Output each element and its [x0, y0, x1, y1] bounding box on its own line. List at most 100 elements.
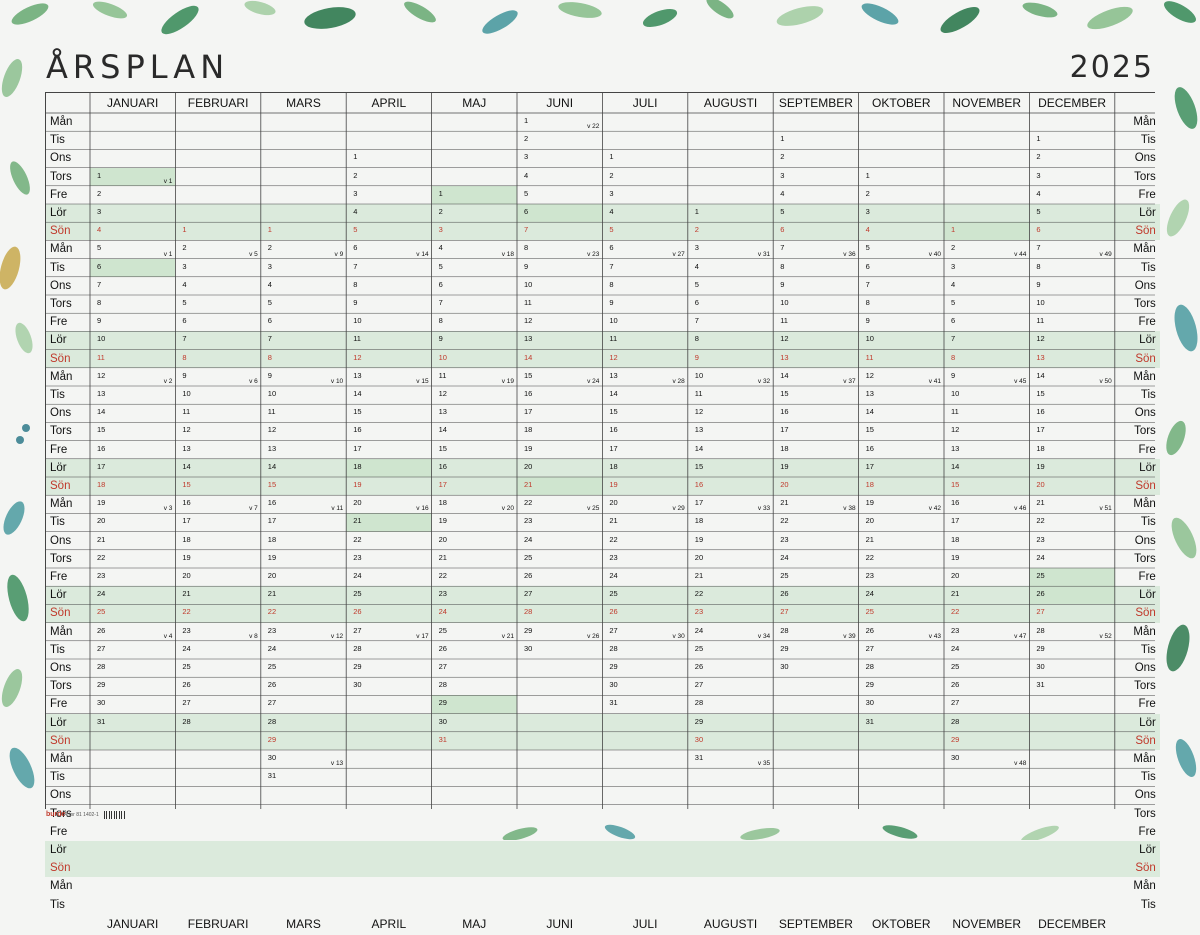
weekday-label-left: Mån [50, 498, 73, 511]
date-cell: 22 [261, 604, 346, 622]
date-cell: 20 v 16 [346, 495, 431, 513]
day-number: 25 [267, 662, 277, 671]
weekday-label-left: Tis [50, 898, 65, 911]
day-number: 18 [609, 461, 618, 471]
day-number: 23 [951, 625, 960, 635]
day-number: 12 [97, 370, 106, 380]
month-footer: JULI [632, 917, 658, 932]
date-cell: 2 [517, 131, 602, 149]
day-number: 1 [865, 170, 870, 180]
day-number: 29 [353, 662, 362, 671]
date-cell: 10 v 32 [688, 368, 773, 386]
day-number: 31 [267, 771, 277, 781]
date-cell: 22 [175, 604, 260, 622]
day-number: 26 [182, 680, 191, 690]
day-number: 9 [951, 370, 956, 380]
date-cell: 11 [517, 295, 602, 313]
day-number: 1 [182, 225, 187, 235]
date-cell: 13 [517, 331, 602, 349]
date-cell: 11 [346, 331, 431, 349]
day-number: 28 [267, 716, 277, 726]
date-cell: 29 [90, 677, 175, 695]
weekday-label-right: Fre [1138, 571, 1156, 584]
date-cell: 1 [175, 222, 260, 240]
day-number: 30 [694, 734, 704, 744]
weekday-label-right: Fre [1138, 825, 1156, 838]
day-number: 4 [1036, 188, 1041, 198]
weekday-label-left: Lör [50, 334, 67, 347]
date-cell: 25 [859, 604, 944, 622]
weekday-label-right: Fre [1138, 316, 1156, 329]
day-number: 23 [353, 552, 362, 562]
date-cell: 25 [773, 568, 858, 586]
day-number: 18 [97, 480, 106, 489]
date-cell: 7 [346, 259, 431, 277]
week-number: v 19 [501, 377, 514, 385]
day-number: 5 [865, 243, 870, 253]
day-number: 26 [438, 643, 447, 653]
date-cell: 4 v 18 [432, 240, 517, 258]
date-cell: 7 v 36 [773, 240, 858, 258]
date-cell: 2 v 9 [261, 240, 346, 258]
date-cell: 7 [90, 277, 175, 295]
date-cell: 26 [773, 586, 858, 604]
date-cell: 24 [1029, 550, 1114, 568]
weekday-label-left: Mån [50, 625, 73, 638]
weekday-label-right: Fre [1138, 698, 1156, 711]
weekday-label-right: Sön [1135, 480, 1156, 493]
day-number: 19 [951, 552, 960, 562]
day-number: 29 [524, 625, 533, 635]
day-number: 22 [97, 552, 106, 562]
weekday-label-right: Lör [1139, 716, 1156, 729]
date-cell: 10 [261, 386, 346, 404]
date-cell: 21 v 38 [773, 495, 858, 513]
date-cell: 27 [432, 659, 517, 677]
date-cell: 22 [688, 586, 773, 604]
date-cell: 27 [859, 641, 944, 659]
date-cell: 24 [517, 532, 602, 550]
date-cell: 30 [773, 659, 858, 677]
date-cell: 31 [90, 714, 175, 732]
weekday-label-left: Lör [50, 589, 67, 602]
day-number: 20 [182, 571, 191, 580]
date-cell: 13 [90, 386, 175, 404]
date-cell: 15 v 24 [517, 368, 602, 386]
date-cell: 14 [90, 404, 175, 422]
date-cell: 3 [1029, 168, 1114, 186]
day-number: 19 [694, 534, 704, 544]
date-cell: 26 [944, 677, 1029, 695]
weekday-label-left: Tis [50, 261, 65, 274]
date-cell: 20 [1029, 477, 1114, 495]
day-number: 6 [438, 279, 443, 289]
day-number: 14 [865, 407, 874, 417]
day-number: 9 [694, 352, 699, 362]
day-number: 2 [353, 170, 358, 180]
date-cell: 9 [517, 259, 602, 277]
day-number: 11 [97, 352, 105, 362]
date-cell: 25 [261, 659, 346, 677]
month-footer: JUNI [546, 917, 574, 932]
date-cell: 23 [432, 586, 517, 604]
date-cell: 29 [602, 659, 687, 677]
date-cell: 10 [1029, 295, 1114, 313]
date-cell: 25 [1029, 568, 1115, 587]
day-number: 27 [609, 625, 618, 635]
day-number: 13 [1036, 352, 1045, 362]
day-number: 26 [951, 680, 960, 690]
date-cell: 27 [90, 641, 175, 659]
day-number: 13 [97, 389, 106, 398]
date-cell: 2 [688, 222, 773, 240]
date-cell: 4 [1029, 186, 1114, 204]
day-number: 25 [780, 571, 789, 580]
date-cell: 31 [432, 732, 517, 750]
date-cell: 7 [944, 331, 1029, 349]
day-number: 30 [865, 698, 874, 708]
weekday-label-right: Sön [1135, 225, 1156, 238]
date-cell: 26 [432, 641, 517, 659]
leaf-border-top [0, 0, 1200, 38]
day-number: 25 [609, 589, 618, 599]
date-cell: 16 [346, 422, 431, 440]
weekday-label-left: Fre [50, 825, 68, 838]
date-cell: 21 [859, 532, 944, 550]
day-number: 10 [780, 298, 789, 307]
